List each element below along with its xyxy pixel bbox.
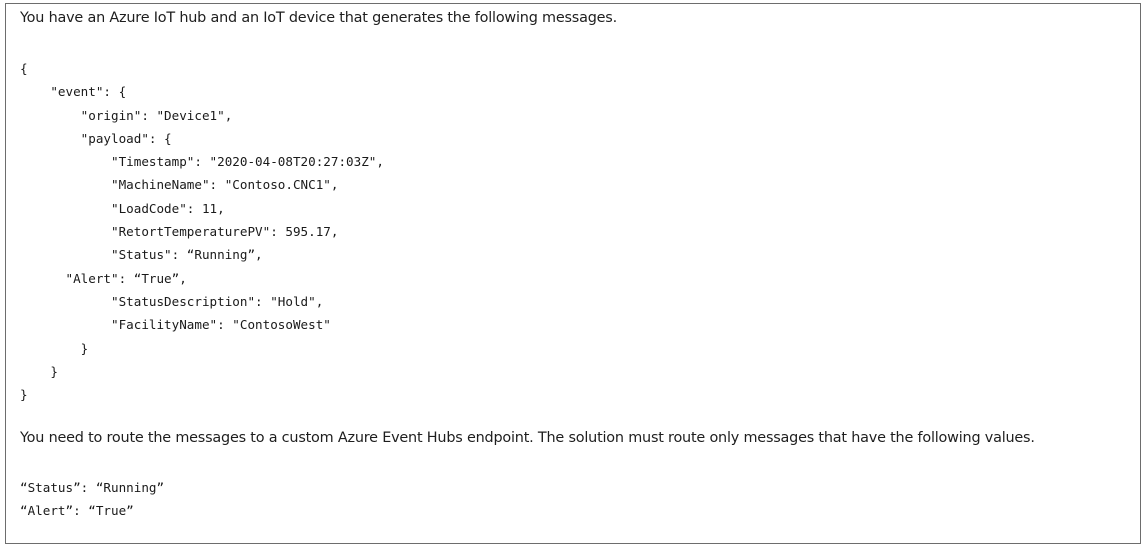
intro-text: You have an Azure IoT hub and an IoT dev…	[20, 10, 617, 26]
question-frame: You have an Azure IoT hub and an IoT dev…	[5, 3, 1141, 544]
message-json-code: { "event": { "origin": "Device1", "paylo…	[20, 61, 384, 403]
route-conditions-code: “Status”: “Running” “Alert”: “True”	[20, 480, 165, 519]
route-requirement-text: You need to route the messages to a cust…	[20, 430, 1035, 446]
